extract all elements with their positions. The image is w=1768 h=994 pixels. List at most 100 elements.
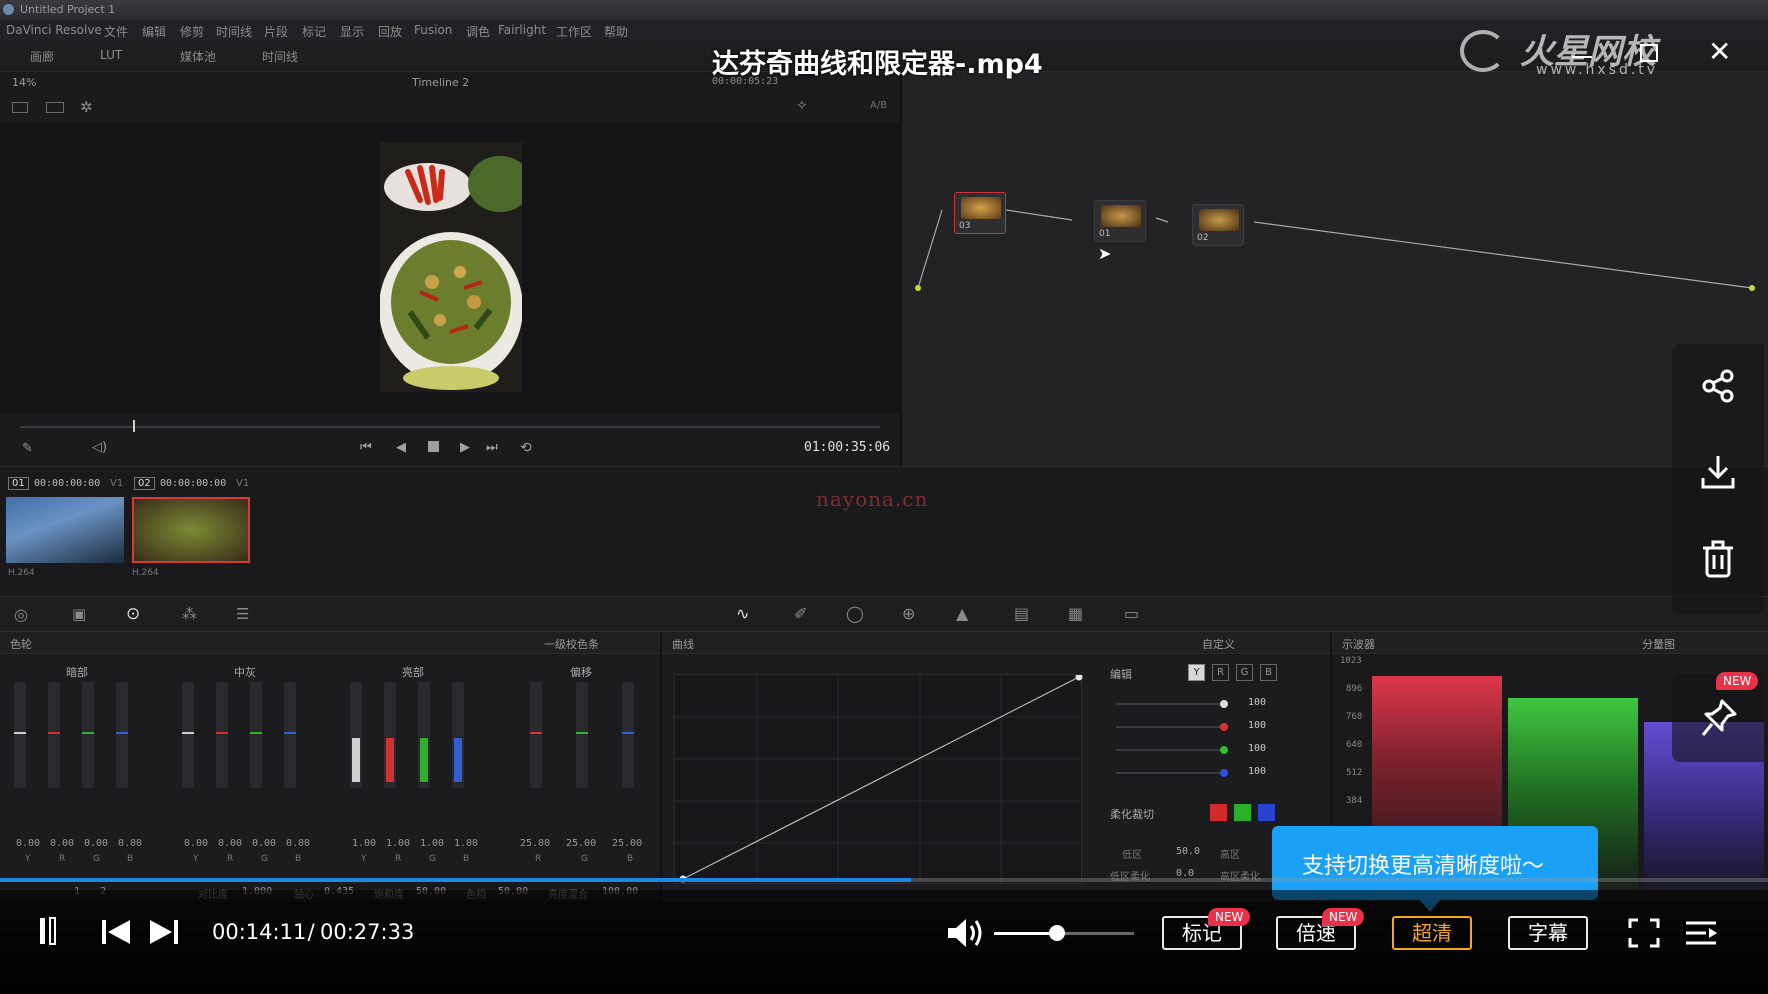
menu-item[interactable]: 回放 (378, 23, 402, 40)
go-to-start-icon[interactable]: ⏮ (360, 440, 372, 455)
slider-knob[interactable] (1220, 769, 1228, 777)
curves-mode[interactable]: 自定义 (1202, 636, 1235, 652)
fullscreen-icon[interactable] (1628, 918, 1660, 948)
primaries-channel-bar[interactable] (418, 682, 430, 788)
node-box[interactable]: 03 (954, 192, 1006, 234)
menu-item[interactable]: 标记 (302, 23, 326, 40)
menu-item[interactable]: 帮助 (604, 23, 628, 40)
primaries-channel-bar[interactable] (576, 682, 588, 788)
key-icon[interactable]: ▤ (1014, 604, 1029, 623)
lift-y[interactable]: 0.00 (16, 838, 40, 849)
rgb-mixer-icon[interactable]: ⁂ (182, 605, 197, 623)
stop-icon[interactable] (428, 441, 439, 452)
menu-item[interactable]: 显示 (340, 23, 364, 40)
channel-g-toggle[interactable]: G (1236, 664, 1253, 681)
play-icon[interactable]: ▶ (460, 440, 470, 455)
media-pool-button[interactable]: 媒体池 (180, 48, 216, 65)
minimize-icon[interactable] (1572, 56, 1592, 58)
soft-clip-red-swatch[interactable] (1210, 804, 1227, 821)
gain-b[interactable]: 1.00 (454, 838, 478, 849)
channel-r-toggle[interactable]: R (1212, 664, 1229, 681)
intensity-y-slider[interactable] (1116, 700, 1228, 708)
sizing-icon[interactable]: ▦ (1068, 604, 1083, 623)
channel-b-toggle[interactable]: B (1260, 664, 1277, 681)
camera-raw-icon[interactable]: ◎ (14, 605, 28, 624)
primaries-mode[interactable]: 一级校色条 (544, 636, 599, 652)
primaries-channel-bar[interactable] (530, 682, 542, 788)
menu-item[interactable]: 工作区 (556, 23, 592, 40)
zoom-level[interactable]: 14% (12, 76, 36, 89)
soft-clip-blue-swatch[interactable] (1258, 804, 1275, 821)
chapters-icon[interactable] (38, 916, 60, 946)
go-to-end-icon[interactable]: ⏭ (486, 440, 498, 455)
volume-slider[interactable] (994, 925, 1134, 941)
offset-r[interactable]: 25.00 (520, 838, 550, 849)
maximize-icon[interactable] (1640, 44, 1658, 62)
primaries-channel-bar[interactable] (116, 682, 128, 788)
menu-item[interactable]: 文件 (104, 23, 128, 40)
channel-y-toggle[interactable]: Y (1188, 664, 1205, 681)
loop-icon[interactable]: ⟲ (520, 440, 532, 456)
delete-icon[interactable] (1700, 540, 1736, 578)
menu-item[interactable]: Fairlight (498, 23, 546, 37)
gallery-button[interactable]: 画廊 (30, 48, 54, 65)
curves-icon[interactable]: ∿ (736, 604, 749, 623)
volume-small-icon[interactable]: ◁) (92, 440, 107, 455)
intensity-b-slider[interactable] (1116, 769, 1228, 777)
gain-y[interactable]: 1.00 (352, 838, 376, 849)
ab-compare-label[interactable]: A/B (870, 100, 887, 111)
lift-b[interactable]: 0.00 (118, 838, 142, 849)
timeline-button[interactable]: 时间线 (262, 48, 298, 65)
gamma-b[interactable]: 0.00 (286, 838, 310, 849)
menu-item[interactable]: 修剪 (180, 23, 204, 40)
menu-item[interactable]: 时间线 (216, 23, 252, 40)
intensity-b-value[interactable]: 100 (1248, 766, 1266, 777)
color-wheels-icon[interactable]: ⊙ (126, 604, 140, 624)
gain-g[interactable]: 1.00 (420, 838, 444, 849)
next-icon[interactable] (148, 918, 180, 946)
highlight-icon[interactable]: ✧ (796, 98, 808, 114)
color-match-icon[interactable]: ▣ (72, 605, 86, 623)
primaries-channel-bar[interactable] (452, 682, 464, 788)
offset-b[interactable]: 25.00 (612, 838, 642, 849)
primaries-channel-bar[interactable] (250, 682, 262, 788)
video-progress-track[interactable] (0, 878, 1768, 882)
primaries-channel-bar[interactable] (182, 682, 194, 788)
primaries-channel-bar[interactable] (82, 682, 94, 788)
volume-knob[interactable] (1049, 925, 1065, 941)
gamma-g[interactable]: 0.00 (252, 838, 276, 849)
close-icon[interactable]: ✕ (1708, 38, 1731, 66)
intensity-r-value[interactable]: 100 (1248, 720, 1266, 731)
primaries-channel-bar[interactable] (384, 682, 396, 788)
menu-item[interactable]: 调色 (466, 23, 490, 40)
soft-clip-green-swatch[interactable] (1234, 804, 1251, 821)
download-icon[interactable] (1700, 454, 1736, 490)
primaries-channel-bar[interactable] (622, 682, 634, 788)
node-box[interactable]: 01 (1094, 200, 1146, 242)
node-box[interactable]: 02 (1192, 204, 1244, 246)
primaries-channel-bar[interactable] (48, 682, 60, 788)
eyedropper-icon[interactable]: ✎ (22, 441, 33, 456)
playlist-icon[interactable] (1684, 920, 1718, 946)
subtitle-button[interactable]: 字幕 (1508, 916, 1588, 950)
low-value[interactable]: 50.0 (1176, 846, 1200, 857)
primaries-channel-bar[interactable] (284, 682, 296, 788)
offset-g[interactable]: 25.00 (566, 838, 596, 849)
menu-item[interactable]: DaVinci Resolve (6, 23, 102, 37)
share-icon[interactable] (1700, 368, 1736, 404)
intensity-y-value[interactable]: 100 (1248, 697, 1266, 708)
previous-icon[interactable] (100, 918, 132, 946)
primaries-channel-bar[interactable] (216, 682, 228, 788)
menu-item[interactable]: 片段 (264, 23, 288, 40)
qualifier-icon[interactable]: ✐ (794, 604, 807, 623)
3d-icon[interactable]: ▭ (1124, 604, 1139, 623)
primaries-channel-bar[interactable] (14, 682, 26, 788)
gamma-r[interactable]: 0.00 (218, 838, 242, 849)
scopes-mode[interactable]: 分量图 (1642, 636, 1675, 652)
hd-button[interactable]: 超清 (1392, 916, 1472, 950)
intensity-g-value[interactable]: 100 (1248, 743, 1266, 754)
lut-button[interactable]: LUT (100, 48, 122, 62)
timeline-name[interactable]: Timeline 2 (412, 76, 469, 89)
tracker-icon[interactable]: ⊕ (902, 604, 915, 623)
gamma-y[interactable]: 0.00 (184, 838, 208, 849)
